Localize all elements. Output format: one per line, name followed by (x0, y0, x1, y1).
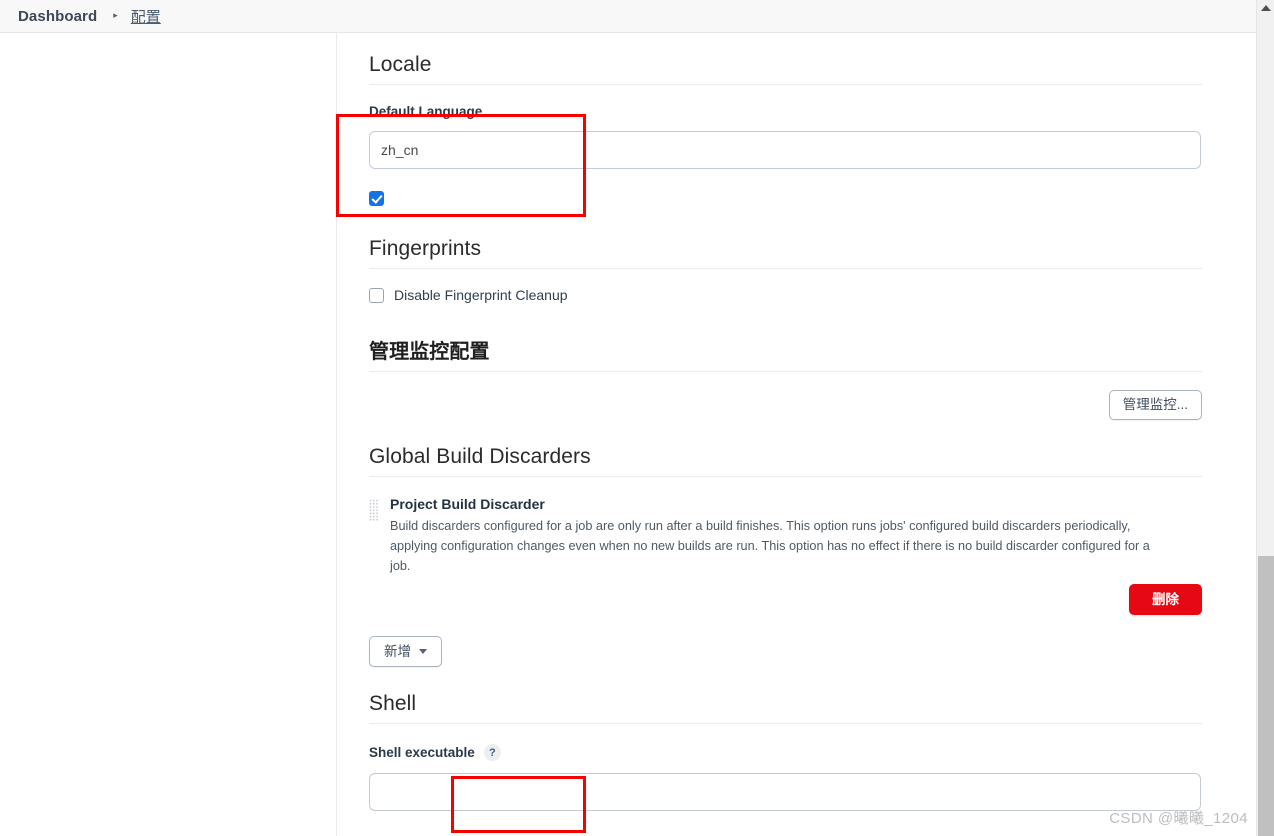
shell-executable-input[interactable] (369, 773, 1201, 812)
main-content: Locale Default Language Fingerprints Dis… (338, 33, 1256, 836)
delete-discarder-button[interactable]: 删除 (1129, 584, 1202, 616)
left-rail (0, 33, 337, 836)
manage-monitoring-button[interactable]: 管理监控... (1108, 390, 1202, 420)
content-inner: Locale Default Language Fingerprints Dis… (369, 53, 1202, 836)
scrollbar-thumb[interactable] (1258, 556, 1274, 836)
discarder-delete-row: 删除 (369, 584, 1202, 616)
monitoring-button-row: 管理监控... (369, 390, 1202, 420)
section-heading-global-build-discarders: Global Build Discarders (369, 445, 1202, 477)
section-heading-monitoring: 管理监控配置 (369, 335, 1202, 372)
drag-handle-icon[interactable] (369, 499, 379, 521)
section-heading-locale: Locale (369, 53, 1202, 85)
section-heading-fingerprints: Fingerprints (369, 237, 1202, 269)
project-build-discarder-description: Build discarders configured for a job ar… (390, 519, 1150, 574)
disable-fingerprint-cleanup-label: Disable Fingerprint Cleanup (394, 287, 568, 303)
watermark-text: CSDN @曦曦_1204 (1109, 810, 1248, 827)
shell-executable-input-wrap (369, 773, 1202, 812)
shell-executable-label: Shell executable ? (369, 744, 1202, 762)
shell-executable-label-text: Shell executable (369, 745, 475, 761)
default-language-input[interactable] (369, 131, 1201, 169)
breadcrumb-current[interactable]: 配置 (131, 6, 161, 27)
default-language-input-wrap (369, 131, 1202, 169)
default-language-label-text: Default Language (369, 104, 483, 119)
chevron-down-icon (419, 649, 427, 655)
disable-fingerprint-cleanup-row[interactable]: Disable Fingerprint Cleanup (369, 287, 1202, 303)
disable-fingerprint-cleanup-checkbox[interactable] (369, 287, 384, 303)
locale-checkbox[interactable] (369, 191, 384, 206)
add-discarder-button-label: 新增 (384, 643, 411, 659)
help-icon[interactable]: ? (483, 744, 501, 762)
section-heading-shell: Shell (369, 692, 1202, 725)
add-discarder-button[interactable]: 新增 (369, 636, 442, 668)
breadcrumb-separator-icon: ▸ (113, 9, 118, 20)
page-root: Dashboard ▸ 配置 Locale Default Language F… (0, 0, 1274, 836)
scrollbar-track[interactable] (1256, 0, 1274, 836)
default-language-label: Default Language (369, 104, 1202, 119)
locale-checkbox-row[interactable] (369, 191, 1202, 206)
project-build-discarder-title: Project Build Discarder (390, 496, 545, 512)
breadcrumb-bar: Dashboard ▸ 配置 (0, 0, 1256, 33)
project-build-discarder-item: Project Build Discarder Build discarders… (369, 496, 1202, 576)
breadcrumb-dashboard[interactable]: Dashboard (18, 8, 97, 25)
scrollbar-up-arrow-icon[interactable] (1261, 5, 1271, 11)
add-discarder-row: 新增 (369, 636, 1202, 668)
project-build-discarder-body: Project Build Discarder Build discarders… (390, 496, 1202, 576)
